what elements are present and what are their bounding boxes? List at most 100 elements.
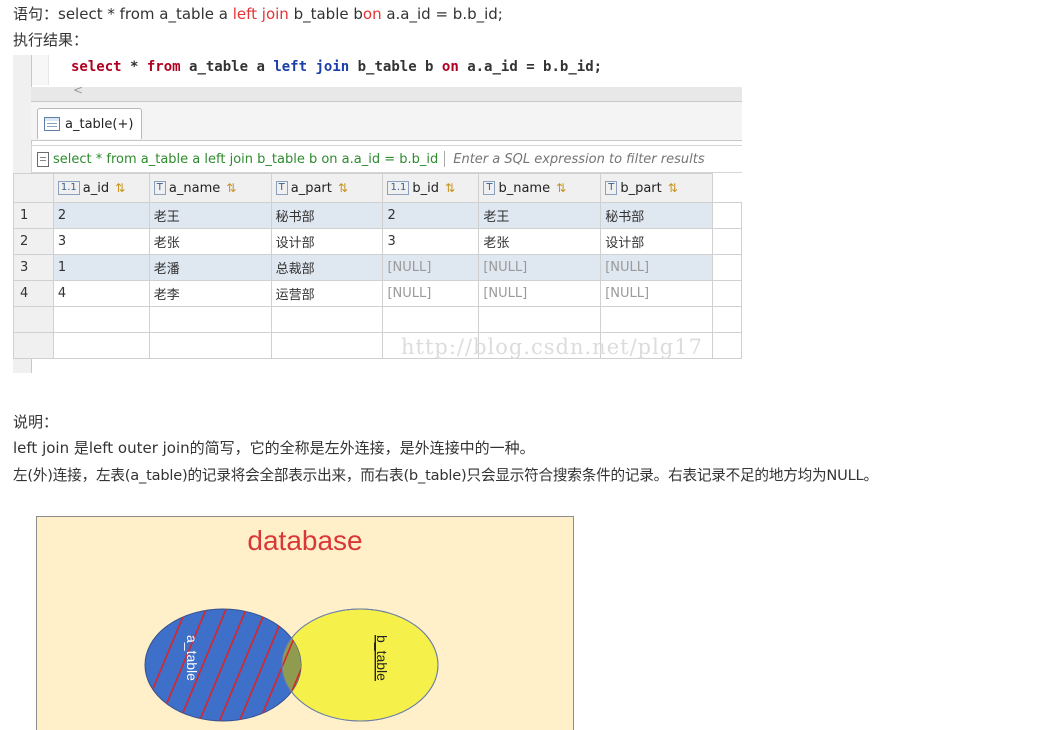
null-cell[interactable]: [NULL] [382,280,480,307]
venn-svg: a_table b_table [144,608,439,722]
column-label: a_id [82,180,110,196]
table-row[interactable]: 2 3 老张 设计部 3 老张 设计部 [13,228,742,255]
filter-bar: select * from a_table a left join b_tabl… [31,145,742,173]
cell[interactable]: 老李 [148,280,272,307]
cell[interactable]: 运营部 [270,280,384,307]
empty-cell [600,306,714,333]
b-table-label: b_table [374,635,390,681]
cell-filler [712,254,742,281]
header-row: 1.1 a_id ⇅ Ta_name ⇅ Ta_part ⇅ 1.1 b_id ⇅ Tb_n… [13,173,742,203]
cell[interactable]: 秘书部 [270,202,384,229]
kw-select: select [71,59,122,75]
column-header-a-id[interactable]: 1.1 a_id ⇅ [52,173,150,203]
table-icon [44,117,60,131]
column-label: b_id [412,180,439,196]
cell[interactable]: 1 [52,254,150,281]
sql-table-b: b_table b [349,59,442,75]
sql-tool-screenshot: select * from a_table a left join b_tabl… [13,55,742,373]
sort-icon[interactable]: ⇅ [338,181,348,195]
numeric-type-icon: 1.1 [387,181,410,195]
watermark-url: http://blog.csdn.net/plg17 [401,335,703,359]
text-type-icon: T [275,181,288,195]
empty-cell [52,332,150,359]
cell[interactable]: 秘书部 [600,202,714,229]
column-header-b-name[interactable]: Tb_name ⇅ [478,173,602,203]
null-cell[interactable]: [NULL] [478,280,602,307]
cell[interactable]: 3 [382,228,480,255]
statement-keyword-left-join: left join [232,5,289,23]
sort-icon[interactable]: ⇅ [115,181,125,195]
row-number: 1 [13,202,54,229]
result-table: 1.1 a_id ⇅ Ta_name ⇅ Ta_part ⇅ 1.1 b_id ⇅ Tb_n… [13,173,742,359]
kw-join: join [307,59,350,75]
sql-condition: a.a_id = b.b_id; [458,59,603,75]
cell-filler [712,228,742,255]
result-tab-bar: a_table(+) [31,101,742,141]
filter-query-text: select * from a_table a left join b_tabl… [53,151,439,167]
null-cell[interactable]: [NULL] [382,254,480,281]
filter-divider [444,151,446,167]
empty-cell [382,306,480,333]
cell[interactable]: 设计部 [270,228,384,255]
sort-icon[interactable]: ⇅ [445,181,455,195]
row-number-header [13,173,54,203]
column-label: b_part [620,180,662,196]
horizontal-scrollbar[interactable]: < [31,83,742,101]
cell[interactable]: 设计部 [600,228,714,255]
sql-table-a: a_table a [180,59,274,75]
row-number: 2 [13,228,54,255]
row-number: 3 [13,254,54,281]
null-cell[interactable]: [NULL] [600,254,714,281]
cell[interactable]: 2 [52,202,150,229]
statement-line: 语句：select * from a_table a left join b_t… [13,3,503,25]
row-number: 4 [13,280,54,307]
cell[interactable]: 老潘 [148,254,272,281]
cell[interactable]: 老王 [148,202,272,229]
a-table-label: a_table [184,635,200,681]
result-label: 执行结果： [13,31,89,49]
tab-a-table[interactable]: a_table(+) [37,108,143,139]
sort-icon[interactable]: ⇅ [226,181,236,195]
cell[interactable]: 4 [52,280,150,307]
numeric-type-icon: 1.1 [57,181,80,195]
cell[interactable]: 老张 [148,228,272,255]
tab-label: a_table(+) [65,116,134,132]
cell[interactable]: 老张 [478,228,602,255]
table-row[interactable]: 1 2 老王 秘书部 2 老王 秘书部 [13,202,742,229]
empty-row [13,306,742,333]
table-row[interactable]: 4 4 老李 运营部 [NULL] [NULL] [NULL] [13,280,742,307]
table-row[interactable]: 3 1 老潘 总裁部 [NULL] [NULL] [NULL] [13,254,742,281]
cell[interactable]: 老王 [478,202,602,229]
text-type-icon: T [483,181,496,195]
sort-icon[interactable]: ⇅ [668,181,678,195]
filter-expression-input[interactable] [451,150,716,168]
column-header-a-name[interactable]: Ta_name ⇅ [148,173,272,203]
cell[interactable]: 3 [52,228,150,255]
cell[interactable]: 总裁部 [270,254,384,281]
sort-icon[interactable]: ⇅ [556,181,566,195]
empty-cell [148,306,272,333]
kw-left: left [273,59,308,75]
cell[interactable]: 2 [382,202,480,229]
editor-margin [32,55,49,85]
explain-heading: 说明： [13,413,59,431]
statement-sql-post: a.a_id = b.b_id; [381,5,503,23]
column-label: b_name [498,180,551,196]
column-header-b-part[interactable]: Tb_part ⇅ [600,173,714,203]
scroll-left-icon[interactable]: < [73,83,83,97]
text-type-icon: T [153,181,166,195]
header-filler [712,173,742,203]
explain-line-2: 左(外)连接，左表(a_table)的记录将会全部表示出来，而右表(b_tabl… [13,467,878,484]
null-cell[interactable]: [NULL] [478,254,602,281]
column-label: a_part [290,180,332,196]
row-number-empty [13,332,54,359]
null-cell[interactable]: [NULL] [600,280,714,307]
cell-filler [712,280,742,307]
column-header-b-id[interactable]: 1.1 b_id ⇅ [382,173,480,203]
explain-line-1: left join 是left outer join的简写，它的全称是左外连接，… [13,439,535,457]
empty-cell [52,306,150,333]
column-header-a-part[interactable]: Ta_part ⇅ [270,173,384,203]
empty-cell [712,332,742,359]
statement-sql-mid: b_table b [288,5,363,23]
empty-cell [478,306,602,333]
